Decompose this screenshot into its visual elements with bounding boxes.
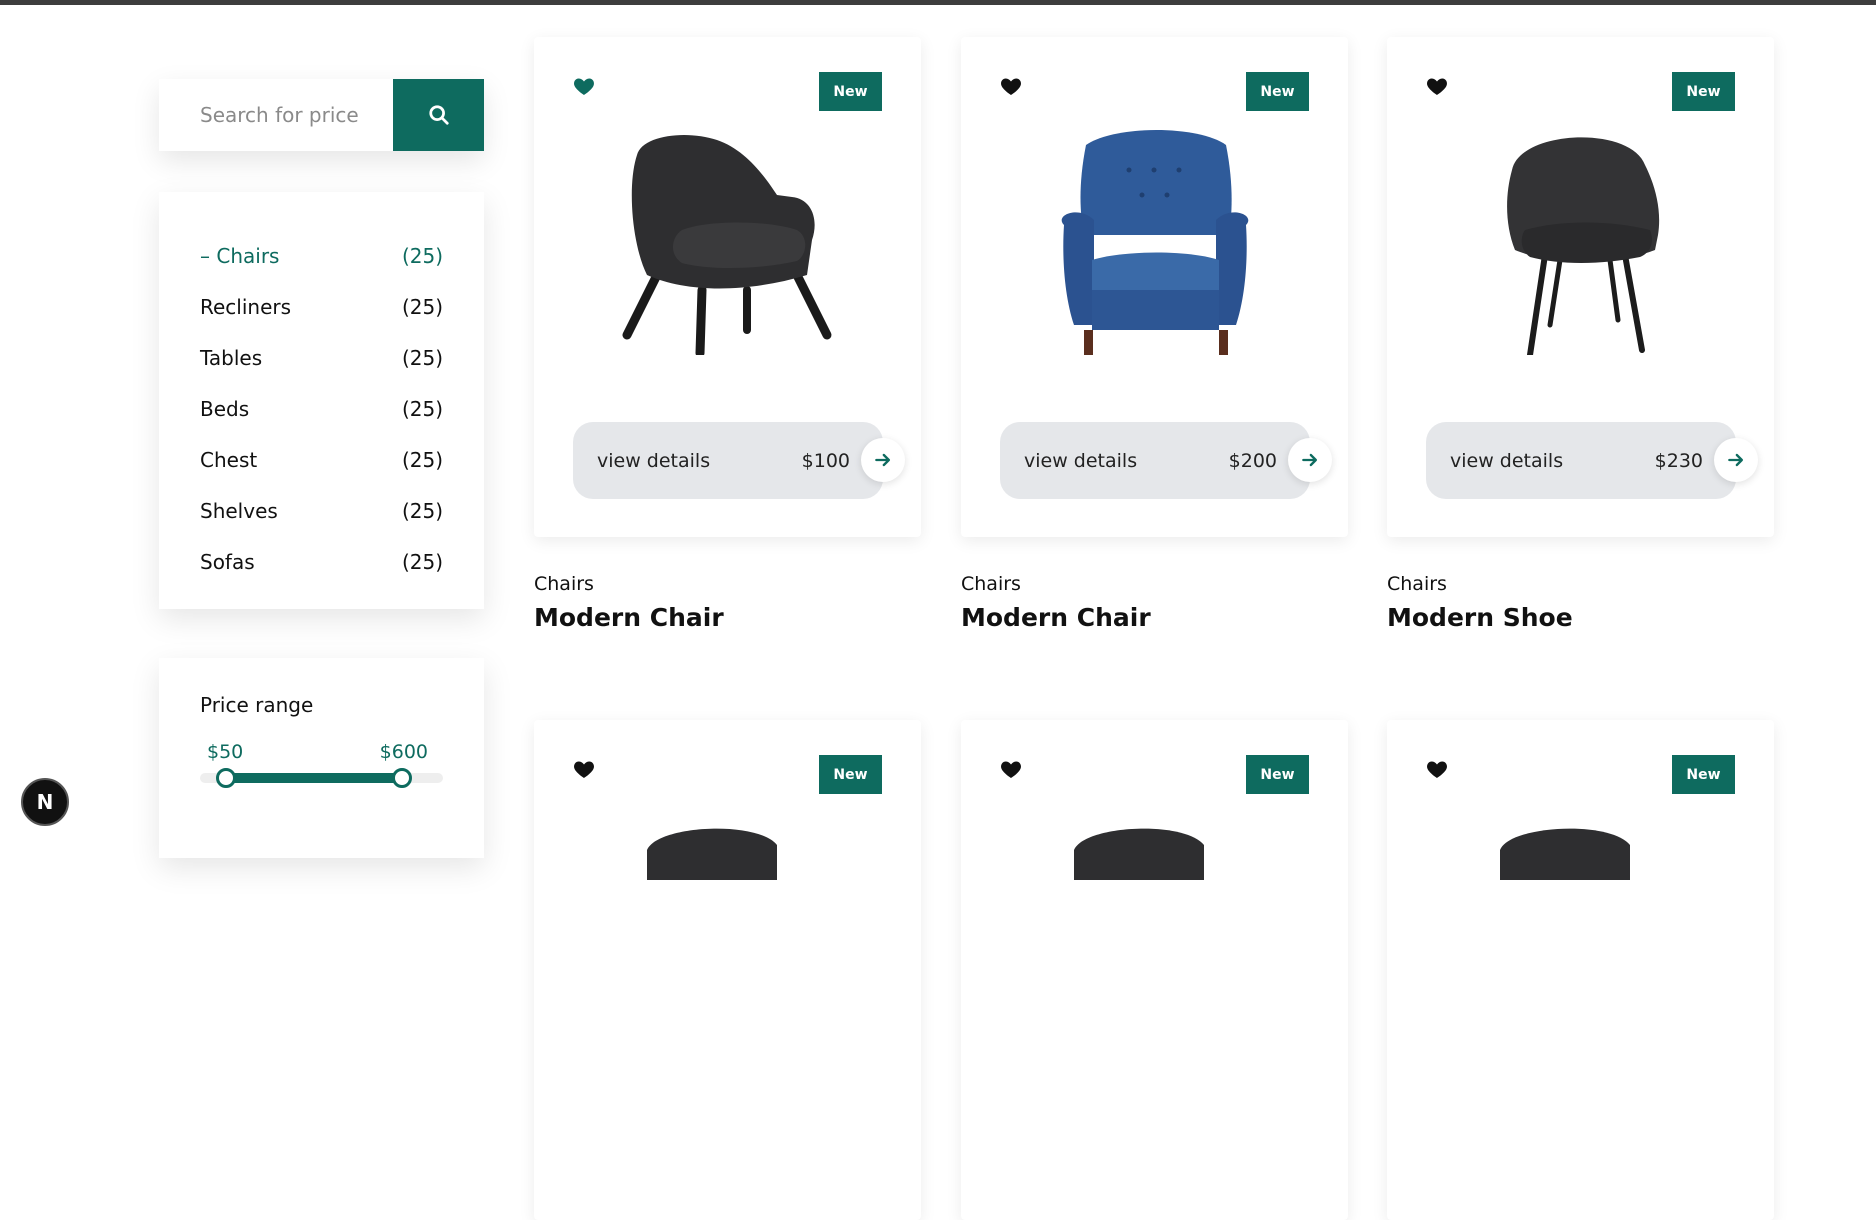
product-card[interactable]: New view details $200 (961, 37, 1348, 537)
category-panel: Chairs (25) Recliners (25) Tables (25) B… (159, 192, 484, 609)
view-details-label: view details (597, 449, 711, 472)
price-max-label: $600 (379, 741, 428, 763)
chair-image (1500, 828, 1630, 880)
heart-icon[interactable] (1425, 74, 1449, 98)
category-count: (25) (401, 447, 443, 472)
category-item-tables[interactable]: Tables (25) (200, 332, 443, 383)
dev-badge-label: N (36, 790, 54, 814)
heart-icon[interactable] (999, 757, 1023, 781)
product-name[interactable]: Modern Chair (961, 603, 1348, 632)
category-count: (25) (401, 498, 443, 523)
view-details-arrow-button[interactable] (1288, 438, 1332, 482)
category-name: Chairs (200, 244, 279, 268)
product-category: Chairs (534, 573, 594, 595)
product-card[interactable]: New (1387, 720, 1774, 1220)
search-input[interactable] (159, 79, 393, 151)
product-meta: Chairs Modern Shoe (1387, 573, 1774, 632)
heart-icon[interactable] (999, 74, 1023, 98)
heart-icon[interactable] (572, 74, 596, 98)
search-button[interactable] (393, 79, 484, 151)
view-details-arrow-button[interactable] (1714, 438, 1758, 482)
product-card[interactable]: New view details $100 (534, 37, 921, 537)
view-details-bar[interactable]: view details $200 (1000, 422, 1310, 499)
heart-icon[interactable] (1425, 757, 1449, 781)
view-details-label: view details (1024, 449, 1138, 472)
price-slider-max-thumb[interactable] (392, 768, 412, 788)
new-badge: New (1672, 755, 1735, 794)
price-slider-track[interactable] (200, 768, 443, 788)
new-badge: New (819, 755, 882, 794)
category-count: (25) (401, 396, 443, 421)
product-name[interactable]: Modern Chair (534, 603, 921, 632)
price-slider-min-thumb[interactable] (216, 768, 236, 788)
chair-image (1074, 828, 1204, 880)
category-count: (25) (401, 294, 443, 319)
new-badge: New (819, 72, 882, 111)
category-name: Chest (200, 447, 258, 472)
category-item-beds[interactable]: Beds (25) (200, 383, 443, 434)
nextjs-dev-indicator-button[interactable]: N (21, 778, 69, 826)
price-range-panel: Price range $50 $600 (159, 658, 484, 858)
price-min-label: $50 (207, 741, 244, 763)
category-item-shelves[interactable]: Shelves (25) (200, 485, 443, 536)
grey-dining-chair-image (1507, 137, 1660, 355)
search-icon (428, 105, 449, 125)
category-item-chairs[interactable]: Chairs (25) (200, 230, 443, 281)
view-details-bar[interactable]: view details $100 (573, 422, 883, 499)
new-badge: New (1246, 755, 1309, 794)
top-border (0, 0, 1876, 5)
product-meta: Chairs Modern Chair (961, 573, 1348, 632)
new-badge: New (1672, 72, 1735, 111)
category-count: (25) (401, 243, 443, 268)
view-details-arrow-button[interactable] (861, 438, 905, 482)
category-count: (25) (401, 549, 443, 574)
category-name: Beds (200, 396, 250, 421)
category-name: Recliners (200, 294, 292, 319)
product-price: $100 (801, 449, 850, 472)
product-card[interactable]: New (961, 720, 1348, 1220)
blue-wingback-armchair-image (1061, 130, 1249, 355)
category-name: Shelves (200, 498, 278, 523)
category-item-sofas[interactable]: Sofas (25) (200, 536, 443, 587)
search-bar (159, 79, 484, 151)
product-price: $200 (1228, 449, 1277, 472)
view-details-bar[interactable]: view details $230 (1426, 422, 1736, 499)
view-details-label: view details (1450, 449, 1564, 472)
arrow-right-icon (1302, 453, 1317, 467)
price-range-title: Price range (200, 693, 314, 717)
category-count: (25) (401, 345, 443, 370)
product-card[interactable]: New view details $230 (1387, 37, 1774, 537)
product-price: $230 (1654, 449, 1703, 472)
grey-lounge-chair-image (622, 135, 832, 355)
arrow-right-icon (1728, 453, 1743, 467)
product-category: Chairs (1387, 573, 1447, 595)
category-item-recliners[interactable]: Recliners (25) (200, 281, 443, 332)
category-name: Tables (200, 345, 263, 370)
arrow-right-icon (875, 453, 890, 467)
price-range-values: $50 $600 (200, 741, 443, 763)
product-meta: Chairs Modern Chair (534, 573, 921, 632)
price-slider-fill (226, 773, 402, 783)
chair-image (647, 828, 777, 880)
heart-icon[interactable] (572, 757, 596, 781)
category-name: Sofas (200, 549, 255, 574)
product-name[interactable]: Modern Shoe (1387, 603, 1774, 632)
product-card[interactable]: New (534, 720, 921, 1220)
new-badge: New (1246, 72, 1309, 111)
product-category: Chairs (961, 573, 1021, 595)
category-item-chest[interactable]: Chest (25) (200, 434, 443, 485)
